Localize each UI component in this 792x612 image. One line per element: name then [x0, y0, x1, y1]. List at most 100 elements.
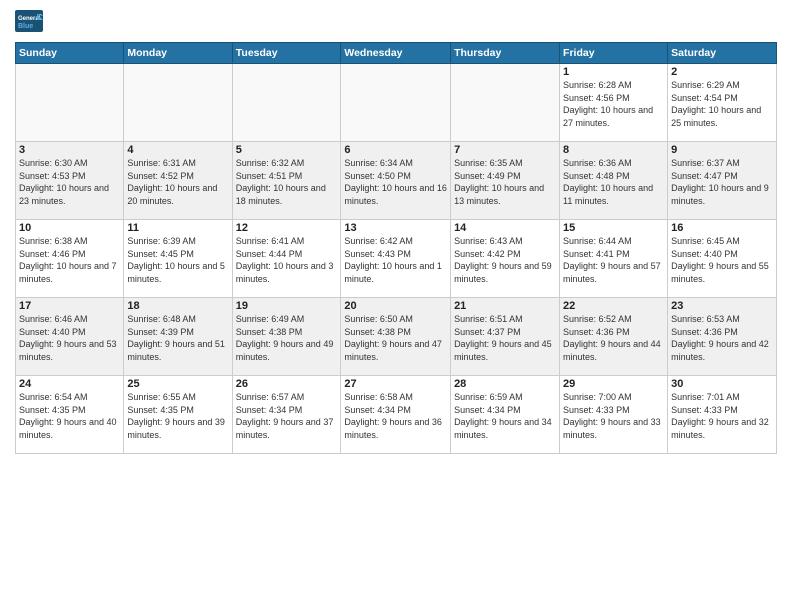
empty-cell [232, 64, 341, 142]
day-cell: 6Sunrise: 6:34 AM Sunset: 4:50 PM Daylig… [341, 142, 451, 220]
day-number: 3 [19, 144, 120, 156]
day-cell: 17Sunrise: 6:46 AM Sunset: 4:40 PM Dayli… [16, 298, 124, 376]
day-header-thursday: Thursday [451, 43, 560, 64]
day-info: Sunrise: 6:42 AM Sunset: 4:43 PM Dayligh… [344, 235, 447, 285]
day-info: Sunrise: 6:58 AM Sunset: 4:34 PM Dayligh… [344, 391, 447, 441]
day-cell: 23Sunrise: 6:53 AM Sunset: 4:36 PM Dayli… [668, 298, 777, 376]
day-info: Sunrise: 6:31 AM Sunset: 4:52 PM Dayligh… [127, 157, 228, 207]
day-info: Sunrise: 6:54 AM Sunset: 4:35 PM Dayligh… [19, 391, 120, 441]
day-number: 20 [344, 300, 447, 312]
day-cell: 24Sunrise: 6:54 AM Sunset: 4:35 PM Dayli… [16, 376, 124, 454]
day-number: 19 [236, 300, 338, 312]
day-info: Sunrise: 6:55 AM Sunset: 4:35 PM Dayligh… [127, 391, 228, 441]
logo-icon: General Blue [15, 10, 45, 34]
day-info: Sunrise: 6:45 AM Sunset: 4:40 PM Dayligh… [671, 235, 773, 285]
day-number: 11 [127, 222, 228, 234]
calendar-header-row: SundayMondayTuesdayWednesdayThursdayFrid… [16, 43, 777, 64]
day-number: 2 [671, 66, 773, 78]
day-number: 27 [344, 378, 447, 390]
day-cell: 1Sunrise: 6:28 AM Sunset: 4:56 PM Daylig… [560, 64, 668, 142]
day-cell: 2Sunrise: 6:29 AM Sunset: 4:54 PM Daylig… [668, 64, 777, 142]
day-number: 10 [19, 222, 120, 234]
day-cell: 27Sunrise: 6:58 AM Sunset: 4:34 PM Dayli… [341, 376, 451, 454]
day-number: 9 [671, 144, 773, 156]
day-cell: 29Sunrise: 7:00 AM Sunset: 4:33 PM Dayli… [560, 376, 668, 454]
day-cell: 21Sunrise: 6:51 AM Sunset: 4:37 PM Dayli… [451, 298, 560, 376]
day-cell: 20Sunrise: 6:50 AM Sunset: 4:38 PM Dayli… [341, 298, 451, 376]
day-info: Sunrise: 6:43 AM Sunset: 4:42 PM Dayligh… [454, 235, 556, 285]
empty-cell [341, 64, 451, 142]
day-cell: 16Sunrise: 6:45 AM Sunset: 4:40 PM Dayli… [668, 220, 777, 298]
day-number: 23 [671, 300, 773, 312]
day-header-monday: Monday [124, 43, 232, 64]
day-number: 13 [344, 222, 447, 234]
day-number: 26 [236, 378, 338, 390]
day-info: Sunrise: 6:46 AM Sunset: 4:40 PM Dayligh… [19, 313, 120, 363]
day-number: 7 [454, 144, 556, 156]
day-info: Sunrise: 6:50 AM Sunset: 4:38 PM Dayligh… [344, 313, 447, 363]
day-cell: 13Sunrise: 6:42 AM Sunset: 4:43 PM Dayli… [341, 220, 451, 298]
day-number: 30 [671, 378, 773, 390]
empty-cell [16, 64, 124, 142]
page: General Blue SundayMondayTuesdayWednesda… [0, 0, 792, 612]
day-info: Sunrise: 7:00 AM Sunset: 4:33 PM Dayligh… [563, 391, 664, 441]
calendar-week-row: 24Sunrise: 6:54 AM Sunset: 4:35 PM Dayli… [16, 376, 777, 454]
day-info: Sunrise: 6:41 AM Sunset: 4:44 PM Dayligh… [236, 235, 338, 285]
day-info: Sunrise: 6:35 AM Sunset: 4:49 PM Dayligh… [454, 157, 556, 207]
day-number: 17 [19, 300, 120, 312]
day-info: Sunrise: 6:36 AM Sunset: 4:48 PM Dayligh… [563, 157, 664, 207]
day-cell: 28Sunrise: 6:59 AM Sunset: 4:34 PM Dayli… [451, 376, 560, 454]
day-cell: 25Sunrise: 6:55 AM Sunset: 4:35 PM Dayli… [124, 376, 232, 454]
day-cell: 15Sunrise: 6:44 AM Sunset: 4:41 PM Dayli… [560, 220, 668, 298]
day-header-saturday: Saturday [668, 43, 777, 64]
day-info: Sunrise: 6:34 AM Sunset: 4:50 PM Dayligh… [344, 157, 447, 207]
empty-cell [124, 64, 232, 142]
day-cell: 4Sunrise: 6:31 AM Sunset: 4:52 PM Daylig… [124, 142, 232, 220]
calendar-week-row: 1Sunrise: 6:28 AM Sunset: 4:56 PM Daylig… [16, 64, 777, 142]
calendar-week-row: 17Sunrise: 6:46 AM Sunset: 4:40 PM Dayli… [16, 298, 777, 376]
day-number: 8 [563, 144, 664, 156]
day-cell: 5Sunrise: 6:32 AM Sunset: 4:51 PM Daylig… [232, 142, 341, 220]
day-number: 15 [563, 222, 664, 234]
day-number: 28 [454, 378, 556, 390]
day-info: Sunrise: 6:49 AM Sunset: 4:38 PM Dayligh… [236, 313, 338, 363]
day-info: Sunrise: 6:57 AM Sunset: 4:34 PM Dayligh… [236, 391, 338, 441]
day-info: Sunrise: 6:51 AM Sunset: 4:37 PM Dayligh… [454, 313, 556, 363]
day-info: Sunrise: 6:52 AM Sunset: 4:36 PM Dayligh… [563, 313, 664, 363]
day-info: Sunrise: 6:38 AM Sunset: 4:46 PM Dayligh… [19, 235, 120, 285]
day-info: Sunrise: 6:30 AM Sunset: 4:53 PM Dayligh… [19, 157, 120, 207]
day-number: 6 [344, 144, 447, 156]
day-header-friday: Friday [560, 43, 668, 64]
day-cell: 7Sunrise: 6:35 AM Sunset: 4:49 PM Daylig… [451, 142, 560, 220]
day-info: Sunrise: 6:37 AM Sunset: 4:47 PM Dayligh… [671, 157, 773, 207]
day-number: 25 [127, 378, 228, 390]
day-number: 5 [236, 144, 338, 156]
calendar-week-row: 10Sunrise: 6:38 AM Sunset: 4:46 PM Dayli… [16, 220, 777, 298]
day-cell: 8Sunrise: 6:36 AM Sunset: 4:48 PM Daylig… [560, 142, 668, 220]
day-number: 22 [563, 300, 664, 312]
day-cell: 22Sunrise: 6:52 AM Sunset: 4:36 PM Dayli… [560, 298, 668, 376]
day-header-sunday: Sunday [16, 43, 124, 64]
logo: General Blue [15, 10, 45, 34]
day-number: 18 [127, 300, 228, 312]
day-info: Sunrise: 6:29 AM Sunset: 4:54 PM Dayligh… [671, 79, 773, 129]
day-header-wednesday: Wednesday [341, 43, 451, 64]
day-number: 16 [671, 222, 773, 234]
day-number: 4 [127, 144, 228, 156]
day-number: 1 [563, 66, 664, 78]
day-number: 29 [563, 378, 664, 390]
day-number: 21 [454, 300, 556, 312]
calendar-week-row: 3Sunrise: 6:30 AM Sunset: 4:53 PM Daylig… [16, 142, 777, 220]
day-header-tuesday: Tuesday [232, 43, 341, 64]
day-cell: 12Sunrise: 6:41 AM Sunset: 4:44 PM Dayli… [232, 220, 341, 298]
day-info: Sunrise: 6:39 AM Sunset: 4:45 PM Dayligh… [127, 235, 228, 285]
day-info: Sunrise: 6:48 AM Sunset: 4:39 PM Dayligh… [127, 313, 228, 363]
empty-cell [451, 64, 560, 142]
day-cell: 11Sunrise: 6:39 AM Sunset: 4:45 PM Dayli… [124, 220, 232, 298]
calendar-table: SundayMondayTuesdayWednesdayThursdayFrid… [15, 42, 777, 454]
svg-text:Blue: Blue [18, 23, 33, 30]
day-cell: 3Sunrise: 6:30 AM Sunset: 4:53 PM Daylig… [16, 142, 124, 220]
day-info: Sunrise: 7:01 AM Sunset: 4:33 PM Dayligh… [671, 391, 773, 441]
day-cell: 10Sunrise: 6:38 AM Sunset: 4:46 PM Dayli… [16, 220, 124, 298]
day-cell: 19Sunrise: 6:49 AM Sunset: 4:38 PM Dayli… [232, 298, 341, 376]
